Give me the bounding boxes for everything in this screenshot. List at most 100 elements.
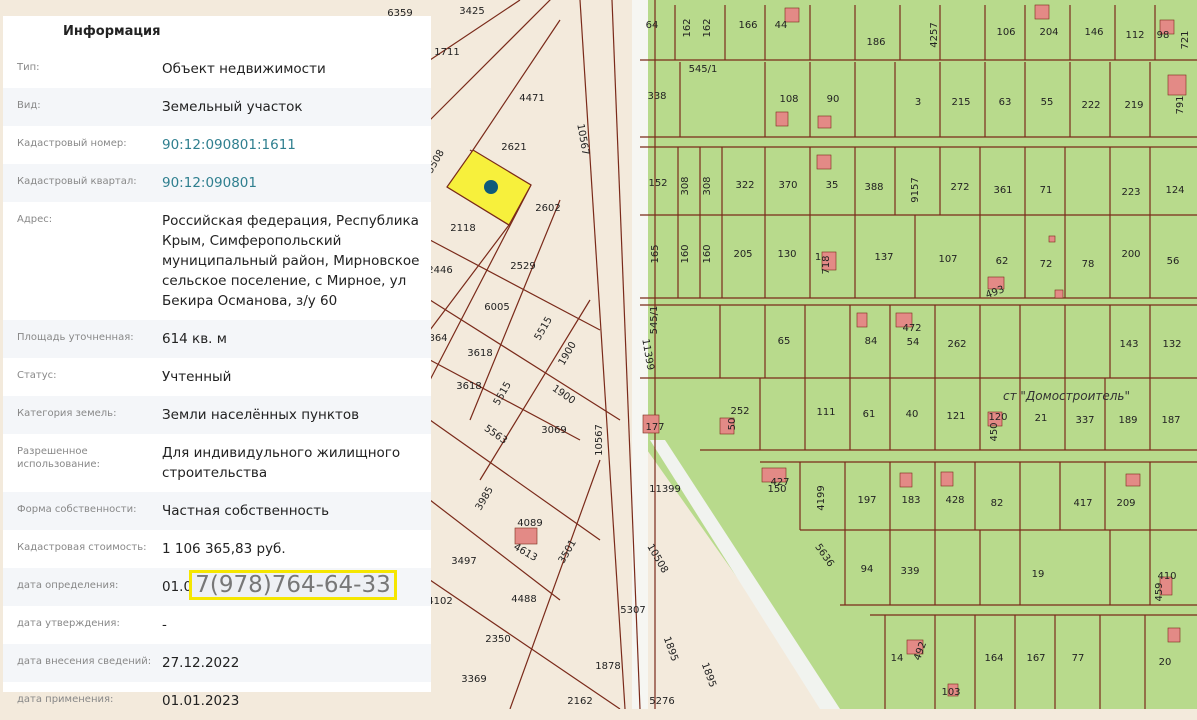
parcel-number-label: 177 bbox=[645, 422, 664, 433]
parcel-number-label: 4257 bbox=[929, 22, 940, 47]
parcel-number-label: 55 bbox=[1041, 97, 1054, 108]
parcel-number-label: 62 bbox=[996, 256, 1009, 267]
parcel-number-label: 3618 bbox=[456, 381, 481, 392]
parcel-number-label: 54 bbox=[907, 337, 920, 348]
parcel-number-label: 40 bbox=[906, 409, 919, 420]
parcel-number-label: 2602 bbox=[535, 203, 560, 214]
info-row: дата применения: 01.01.2023 bbox=[3, 682, 431, 720]
info-row-label: Форма собственности: bbox=[17, 504, 137, 515]
parcel-number-label: 5307 bbox=[620, 605, 645, 616]
info-row-label: Вид: bbox=[17, 100, 41, 111]
parcel-number-label: 4102 bbox=[427, 596, 452, 607]
cadastral-link[interactable]: 90:12:090801 bbox=[162, 164, 431, 202]
parcel-number-label: 63 bbox=[999, 97, 1012, 108]
info-row-label: Кадастровая стоимость: bbox=[17, 542, 147, 553]
parcel-number-label: 200 bbox=[1121, 249, 1140, 260]
parcel-number-label: 4089 bbox=[517, 518, 542, 529]
parcel-number-label: 337 bbox=[1075, 415, 1094, 426]
parcel-number-label: 164 bbox=[984, 653, 1003, 664]
parcel-number-label: 1711 bbox=[434, 47, 459, 58]
cadastral-link[interactable]: 90:12:090801:1611 bbox=[162, 126, 431, 164]
parcel-number-label: 152 bbox=[648, 178, 667, 189]
parcel-number-label: 6005 bbox=[484, 302, 509, 313]
parcel-number-label: 64 bbox=[646, 20, 659, 31]
parcel-number-label: 146 bbox=[1084, 27, 1103, 38]
parcel-number-label: 82 bbox=[991, 498, 1004, 509]
info-row-value: 614 кв. м bbox=[162, 331, 227, 347]
parcel-number-label: 308 bbox=[680, 176, 691, 195]
info-row-label: Статус: bbox=[17, 370, 57, 381]
parcel-number-label: 2350 bbox=[485, 634, 510, 645]
info-row: Адрес: Российская федерация, Республика К… bbox=[3, 202, 431, 320]
parcel-number-label: 183 bbox=[901, 495, 920, 506]
location-marker-icon[interactable] bbox=[484, 180, 498, 194]
parcel-number-label: 108 bbox=[779, 94, 798, 105]
info-row: Кадастровая стоимость: 1 106 365,83 руб. bbox=[3, 530, 431, 568]
info-row: Разрешенное использование: Для индивидуль… bbox=[3, 434, 431, 492]
parcel-number-label: 4199 bbox=[816, 485, 827, 510]
parcel-number-label: 718 bbox=[821, 255, 832, 274]
parcel-number-label: 3369 bbox=[461, 674, 486, 685]
parcel-number-label: 219 bbox=[1124, 100, 1143, 111]
parcel-number-label: 10567 bbox=[594, 424, 605, 456]
parcel-number-label: 428 bbox=[945, 495, 964, 506]
parcel-number-label: 11399 bbox=[649, 484, 681, 495]
parcel-number-label: 103 bbox=[941, 687, 960, 698]
parcel-number-label: 205 bbox=[733, 249, 752, 260]
parcel-number-label: 65 bbox=[778, 336, 791, 347]
parcel-number-label: 137 bbox=[874, 252, 893, 263]
info-row-value: Для индивидульного жилищного строительст… bbox=[162, 445, 401, 481]
info-row-value: Объект недвижимости bbox=[162, 61, 326, 77]
parcel-number-label: 107 bbox=[938, 254, 957, 265]
parcel-number-label: 252 bbox=[730, 406, 749, 417]
info-row-value: 1 106 365,83 руб. bbox=[162, 541, 286, 557]
parcel-number-label: 3069 bbox=[541, 425, 566, 436]
parcel-number-label: 14 bbox=[891, 653, 904, 664]
parcel-number-label: 50 bbox=[727, 418, 738, 431]
parcel-number-label: 3618 bbox=[467, 348, 492, 359]
parcel-number-label: 209 bbox=[1116, 498, 1135, 509]
info-row: Кадастровый номер: 90:12:090801:1611 bbox=[3, 126, 431, 164]
parcel-number-label: 4471 bbox=[519, 93, 544, 104]
info-row-label: Площадь уточненная: bbox=[17, 332, 134, 343]
parcel-number-label: 166 bbox=[738, 20, 757, 31]
parcel-number-label: 77 bbox=[1072, 653, 1085, 664]
parcel-number-label: 4488 bbox=[511, 594, 536, 605]
parcel-number-label: 545/1 bbox=[649, 306, 660, 335]
info-row-value: Учтенный bbox=[162, 369, 232, 385]
parcel-number-label: 2529 bbox=[510, 261, 535, 272]
parcel-number-label: 186 bbox=[866, 37, 885, 48]
parcel-number-label: 72 bbox=[1040, 259, 1053, 270]
info-row-label: Кадастровый номер: bbox=[17, 138, 127, 149]
parcel-number-label: 472 bbox=[902, 323, 921, 334]
parcel-number-label: 410 bbox=[1157, 571, 1176, 582]
parcel-number-label: 130 bbox=[777, 249, 796, 260]
info-row: Вид: Земельный участок bbox=[3, 88, 431, 126]
info-row: Кадастровый квартал: 90:12:090801 bbox=[3, 164, 431, 202]
parcel-number-label: 388 bbox=[864, 182, 883, 193]
info-table: Тип: Объект недвижимости Вид: Земельный уча… bbox=[3, 50, 431, 720]
parcel-number-label: 3497 bbox=[451, 556, 476, 567]
info-row: Площадь уточненная: 614 кв. м bbox=[3, 320, 431, 358]
parcel-number-label: 545/1 bbox=[689, 64, 718, 75]
parcel-number-label: 361 bbox=[993, 185, 1012, 196]
info-row-value: Земли населённых пунктов bbox=[162, 407, 360, 423]
parcel-number-label: 160 bbox=[702, 244, 713, 263]
info-row: Категория земель: Земли населённых пункто… bbox=[3, 396, 431, 434]
info-row-value: Российская федерация, Республика Крым, С… bbox=[162, 213, 420, 309]
parcel-number-label: 339 bbox=[900, 566, 919, 577]
parcel-number-label: 121 bbox=[946, 411, 965, 422]
parcel-number-label: 2118 bbox=[450, 223, 475, 234]
parcel-number-label: 450 bbox=[989, 422, 1000, 441]
info-row-label: дата внесения сведений: bbox=[17, 656, 152, 667]
parcel-number-label: 338 bbox=[647, 91, 666, 102]
info-row-value: Земельный участок bbox=[162, 99, 303, 115]
info-row: дата утверждения: - bbox=[3, 606, 431, 644]
info-row-value: 01.01.2023 bbox=[162, 693, 240, 709]
info-row-value: Частная собственность bbox=[162, 503, 330, 519]
info-row-label: Кадастровый квартал: bbox=[17, 176, 137, 187]
parcel-number-label: 222 bbox=[1081, 100, 1100, 111]
info-row-label: дата утверждения: bbox=[17, 618, 120, 629]
parcel-number-label: 162 bbox=[682, 18, 693, 37]
parcel-number-label: 2162 bbox=[567, 696, 592, 707]
